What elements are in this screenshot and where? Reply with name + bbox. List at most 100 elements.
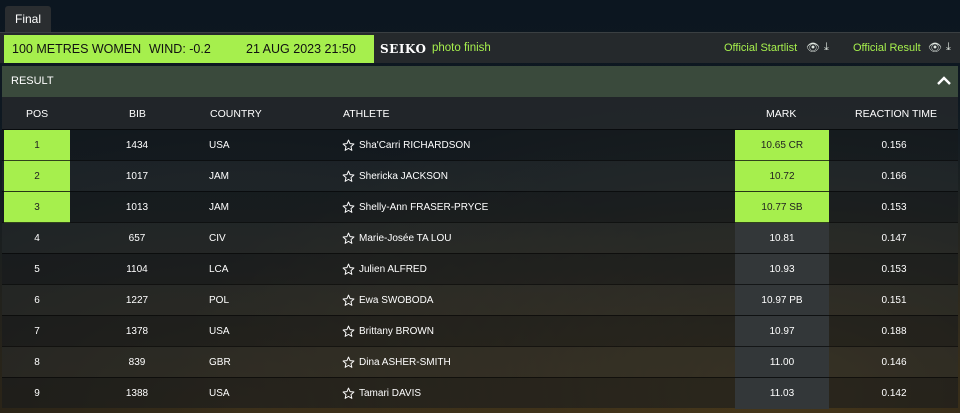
position-cell: 4	[34, 233, 40, 244]
position-cell: 1	[4, 130, 70, 161]
table-row[interactable]: 1 1434 USA Sha'Carri RICHARDSON 10.65 CR 0.15…	[2, 129, 958, 161]
favorite-star-icon[interactable]	[342, 316, 356, 347]
event-info-bar: 100 METRES WOMEN WIND: -0.2 21 AUG 2023 …	[0, 32, 960, 63]
athlete-name[interactable]: Ewa SWOBODA	[359, 285, 559, 316]
reaction-time-cell: 0.156	[881, 140, 907, 151]
official-startlist-link[interactable]: Official Startlist	[724, 42, 797, 54]
country-code: GBR	[209, 357, 231, 368]
table-row[interactable]: 4 657 CIV Marie-Josée TA LOU 10.81 0.147	[2, 222, 958, 254]
usa-flag-icon	[233, 140, 247, 149]
column-country: COUNTRY	[210, 108, 262, 120]
result-section-header[interactable]: RESULT	[2, 66, 958, 97]
mark-cell: 10.97	[735, 316, 829, 347]
reaction-time-cell: 0.142	[881, 388, 907, 399]
reaction-time-cell: 0.151	[881, 295, 907, 306]
bib-cell: 1227	[125, 295, 149, 306]
download-icon[interactable]: ⤓	[946, 41, 951, 54]
table-row[interactable]: 7 1378 USA Brittany BROWN 10.97 0.188	[2, 315, 958, 347]
country-cell: JAM	[209, 161, 269, 192]
bib-cell: 1104	[126, 264, 148, 275]
favorite-star-icon[interactable]	[342, 223, 356, 254]
athlete-name[interactable]: Tamari DAVIS	[359, 378, 559, 409]
athlete-name[interactable]: Brittany BROWN	[359, 316, 559, 347]
eye-icon[interactable]: 👁	[928, 41, 942, 54]
reaction-time-cell: 0.188	[881, 326, 907, 337]
favorite-star-icon[interactable]	[342, 378, 356, 409]
bib-cell: 1017	[125, 171, 149, 182]
reaction-time-cell: 0.166	[881, 171, 907, 182]
country-code: JAM	[209, 202, 229, 213]
athlete-name[interactable]: Shelly-Ann FRASER-PRYCE	[359, 192, 559, 223]
photo-finish-link[interactable]: photo finish	[432, 42, 491, 54]
result-title: RESULT	[11, 75, 54, 87]
bib-cell: 1013	[125, 202, 149, 213]
country-cell: JAM	[209, 192, 269, 223]
download-icon[interactable]: ⤓	[824, 41, 829, 54]
athlete-name[interactable]: Shericka JACKSON	[359, 161, 559, 192]
event-name: 100 METRES WOMEN	[12, 42, 142, 56]
position-cell: 7	[34, 326, 40, 337]
favorite-star-icon[interactable]	[342, 347, 356, 378]
table-row[interactable]: 9 1388 USA Tamari DAVIS 11.03 0.142	[2, 377, 958, 409]
reaction-time-cell: 0.153	[881, 264, 907, 275]
reaction-time-cell: 0.153	[881, 202, 907, 213]
mark-cell: 10.65 CR	[735, 130, 829, 161]
favorite-star-icon[interactable]	[342, 254, 356, 285]
athlete-name[interactable]: Julien ALFRED	[359, 254, 559, 285]
position-cell: 6	[34, 295, 40, 306]
reaction-time-cell: 0.146	[881, 357, 907, 368]
column-pos: POS	[26, 108, 49, 120]
table-row[interactable]: 5 1104 LCA Julien ALFRED 10.93 0.153	[2, 253, 958, 285]
athlete-name[interactable]: Dina ASHER-SMITH	[359, 347, 559, 378]
tab-final[interactable]: Final	[5, 6, 51, 32]
favorite-star-icon[interactable]	[342, 285, 356, 316]
column-athlete: ATHLETE	[343, 108, 390, 120]
event-datetime: 21 AUG 2023 21:50	[246, 42, 356, 56]
country-cell: USA	[209, 130, 269, 161]
country-code: USA	[209, 140, 230, 151]
mark-cell: 11.03	[735, 378, 829, 409]
mark-cell: 10.97 PB	[735, 285, 829, 316]
usa-flag-icon	[233, 388, 247, 397]
column-reaction-time: REACTION TIME	[855, 108, 938, 120]
table-row[interactable]: 8 839 GBR Dina ASHER-SMITH 11.00 0.146	[2, 346, 958, 378]
country-cell: USA	[209, 316, 269, 347]
lca-flag-icon	[231, 264, 245, 273]
table-row[interactable]: 3 1013 JAM Shelly-Ann FRASER-PRYCE 10.77 SB 0…	[2, 191, 958, 223]
position-cell: 5	[34, 264, 40, 275]
bib-cell: 1388	[125, 388, 149, 399]
mark-cell: 10.81	[735, 223, 829, 254]
country-cell: USA	[209, 378, 269, 409]
favorite-star-icon[interactable]	[342, 192, 356, 223]
country-code: JAM	[209, 171, 229, 182]
bib-cell: 1378	[125, 326, 149, 337]
country-code: USA	[209, 388, 230, 399]
jam-flag-icon	[232, 202, 246, 211]
table-row[interactable]: 6 1227 POL Ewa SWOBODA 10.97 PB 0.151	[2, 284, 958, 316]
jam-flag-icon	[232, 171, 246, 180]
country-code: POL	[209, 295, 230, 306]
country-code: USA	[209, 326, 230, 337]
mark-cell: 11.00	[735, 347, 829, 378]
chevron-up-icon[interactable]	[936, 73, 952, 89]
country-cell: GBR	[209, 347, 269, 378]
bib-cell: 657	[128, 233, 146, 244]
table-row[interactable]: 2 1017 JAM Shericka JACKSON 10.72 0.166	[2, 160, 958, 192]
eye-icon[interactable]: 👁	[806, 41, 820, 54]
seiko-logo: SEIKO	[380, 42, 427, 56]
pol-flag-icon	[232, 295, 246, 304]
event-info-highlight: 100 METRES WOMEN WIND: -0.2 21 AUG 2023 …	[4, 35, 374, 63]
bib-cell: 839	[128, 357, 146, 368]
position-cell: 8	[34, 357, 40, 368]
column-bib: BIB	[129, 108, 146, 120]
favorite-star-icon[interactable]	[342, 161, 356, 192]
athlete-name[interactable]: Sha'Carri RICHARDSON	[359, 130, 559, 161]
athlete-name[interactable]: Marie-Josée TA LOU	[359, 223, 559, 254]
mark-cell: 10.77 SB	[735, 192, 829, 223]
mark-cell: 10.72	[735, 161, 829, 192]
country-cell: LCA	[209, 254, 269, 285]
favorite-star-icon[interactable]	[342, 130, 356, 161]
position-cell: 3	[4, 192, 70, 223]
country-cell: CIV	[209, 223, 269, 254]
official-result-link[interactable]: Official Result	[853, 42, 921, 54]
